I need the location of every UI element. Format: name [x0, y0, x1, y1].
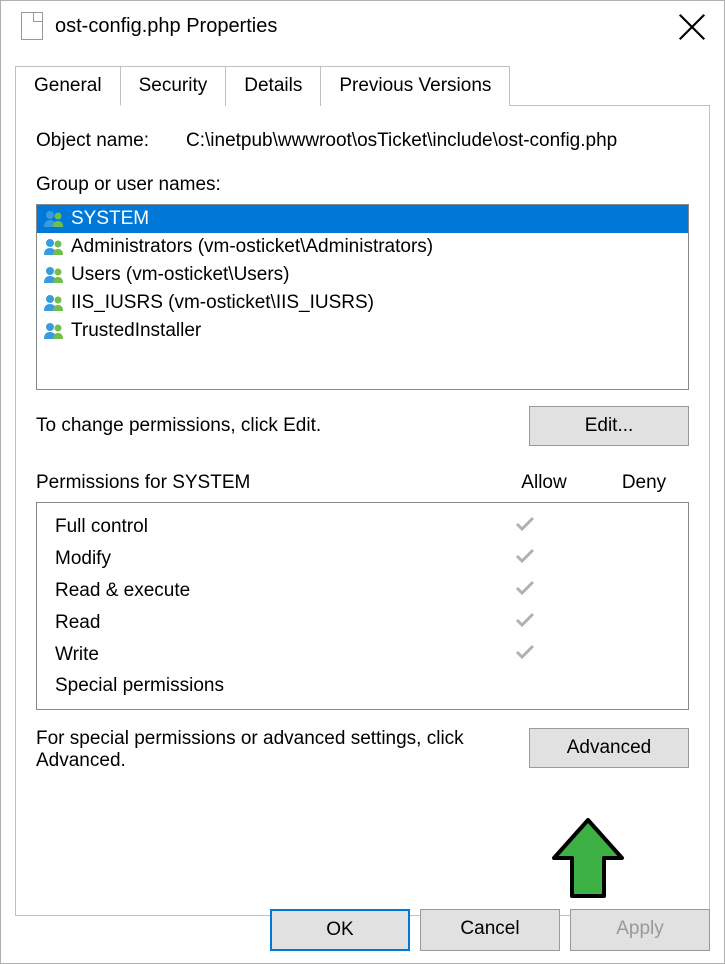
- permission-allow: [470, 643, 580, 667]
- permission-row: Read & execute: [37, 575, 688, 607]
- tab-panel: Object name: C:\inetpub\wwwroot\osTicket…: [15, 106, 710, 916]
- permission-allow: [470, 515, 580, 539]
- edit-row: To change permissions, click Edit. Edit.…: [36, 406, 689, 446]
- user-list[interactable]: SYSTEM Administrators (vm-osticket\Admini…: [36, 204, 689, 390]
- group-users-label: Group or user names:: [36, 174, 689, 196]
- user-list-item[interactable]: Administrators (vm-osticket\Administrato…: [37, 233, 688, 261]
- advanced-instruction: For special permissions or advanced sett…: [36, 728, 529, 772]
- dialog-footer: OK Cancel Apply: [270, 909, 710, 951]
- tab-details[interactable]: Details: [225, 66, 321, 106]
- permission-name: Full control: [55, 516, 470, 538]
- allow-column-header: Allow: [489, 472, 599, 494]
- deny-column-header: Deny: [599, 472, 689, 494]
- user-group-icon: [43, 210, 65, 228]
- title-bar: ost-config.php Properties: [1, 1, 724, 51]
- tab-general[interactable]: General: [15, 66, 121, 106]
- object-name-value: C:\inetpub\wwwroot\osTicket\include\ost-…: [186, 130, 689, 152]
- user-name: Administrators (vm-osticket\Administrato…: [71, 236, 433, 258]
- content-area: General Security Details Previous Versio…: [1, 51, 724, 916]
- permissions-header: Permissions for SYSTEM Allow Deny: [36, 472, 689, 494]
- permission-name: Read & execute: [55, 580, 470, 602]
- user-group-icon: [43, 238, 65, 256]
- user-group-icon: [43, 266, 65, 284]
- check-icon: [514, 611, 536, 629]
- permission-allow: [470, 579, 580, 603]
- user-list-item[interactable]: SYSTEM: [37, 205, 688, 233]
- permission-row: Modify: [37, 543, 688, 575]
- file-icon: [21, 12, 43, 40]
- close-button[interactable]: [678, 13, 706, 41]
- user-name: Users (vm-osticket\Users): [71, 264, 290, 286]
- object-name-row: Object name: C:\inetpub\wwwroot\osTicket…: [36, 130, 689, 152]
- user-name: SYSTEM: [71, 208, 149, 230]
- user-name: TrustedInstaller: [71, 320, 201, 342]
- advanced-row: For special permissions or advanced sett…: [36, 728, 689, 772]
- ok-button[interactable]: OK: [270, 909, 410, 951]
- check-icon: [514, 547, 536, 565]
- properties-dialog: ost-config.php Properties General Securi…: [0, 0, 725, 964]
- permission-name: Read: [55, 612, 470, 634]
- check-icon: [514, 579, 536, 597]
- permission-row: Read: [37, 607, 688, 639]
- permission-allow: [470, 547, 580, 571]
- permission-row: Full control: [37, 511, 688, 543]
- cancel-button[interactable]: Cancel: [420, 909, 560, 951]
- user-list-item[interactable]: IIS_IUSRS (vm-osticket\IIS_IUSRS): [37, 289, 688, 317]
- window-title: ost-config.php Properties: [55, 15, 277, 38]
- check-icon: [514, 515, 536, 533]
- tab-security[interactable]: Security: [120, 66, 227, 106]
- apply-button: Apply: [570, 909, 710, 951]
- object-name-label: Object name:: [36, 130, 186, 152]
- user-group-icon: [43, 322, 65, 340]
- edit-button[interactable]: Edit...: [529, 406, 689, 446]
- permission-name: Special permissions: [55, 675, 470, 697]
- tab-strip: General Security Details Previous Versio…: [15, 65, 710, 106]
- permission-row: Special permissions: [37, 671, 688, 701]
- user-list-item[interactable]: Users (vm-osticket\Users): [37, 261, 688, 289]
- permission-name: Modify: [55, 548, 470, 570]
- permissions-for-label: Permissions for SYSTEM: [36, 472, 489, 494]
- edit-instruction: To change permissions, click Edit.: [36, 415, 529, 437]
- user-list-item[interactable]: TrustedInstaller: [37, 317, 688, 345]
- close-icon: [678, 13, 706, 41]
- permission-row: Write: [37, 639, 688, 671]
- check-icon: [514, 643, 536, 661]
- permissions-list: Full control Modify Read & execute Read Writ…: [36, 502, 689, 710]
- tab-previous-versions[interactable]: Previous Versions: [320, 66, 510, 106]
- advanced-button[interactable]: Advanced: [529, 728, 689, 768]
- user-group-icon: [43, 294, 65, 312]
- user-name: IIS_IUSRS (vm-osticket\IIS_IUSRS): [71, 292, 374, 314]
- permission-allow: [470, 611, 580, 635]
- permission-name: Write: [55, 644, 470, 666]
